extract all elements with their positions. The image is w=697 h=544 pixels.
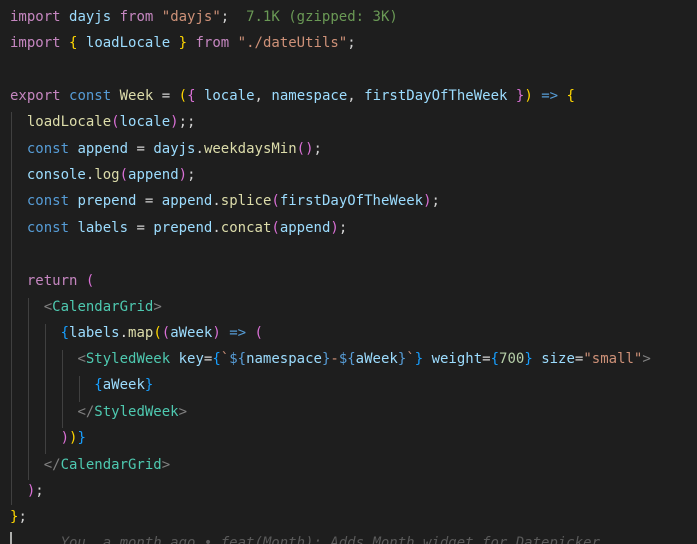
string-literal: "./dateUtils" xyxy=(237,35,348,51)
identifier: aWeek xyxy=(355,351,398,367)
identifier: aWeek xyxy=(102,377,145,393)
identifier: firstDayOfTheWeek xyxy=(279,193,424,209)
identifier: locale xyxy=(203,88,255,104)
jsx-attribute: key xyxy=(178,351,204,367)
identifier: append xyxy=(161,193,213,209)
keyword: const xyxy=(69,88,112,104)
code-line[interactable]: const prepend = append.splice(firstDayOf… xyxy=(10,188,440,214)
identifier: firstDayOfTheWeek xyxy=(364,88,508,104)
string-literal: "small" xyxy=(583,351,643,367)
identifier: dayjs xyxy=(69,9,112,25)
identifier: namespace xyxy=(246,351,322,367)
identifier: append xyxy=(77,141,129,157)
keyword: export xyxy=(10,88,61,104)
jsx-tag: StyledWeek xyxy=(85,351,171,367)
keyword: from xyxy=(195,35,230,51)
jsx-tag: CalendarGrid xyxy=(52,299,154,315)
identifier: prepend xyxy=(153,220,213,236)
git-blame-annotation: You, a month ago • feat(Month): Adds Mon… xyxy=(60,535,601,544)
identifier: append xyxy=(279,220,331,236)
code-editor[interactable]: import dayjs from "dayjs"; 7.1K (gzipped… xyxy=(0,0,697,544)
number-literal: 700 xyxy=(499,351,525,367)
code-line[interactable]: {aWeek} xyxy=(10,372,153,398)
identifier: log xyxy=(94,167,120,183)
identifier: loadLocale xyxy=(85,35,171,51)
keyword: import xyxy=(10,9,61,25)
keyword: import xyxy=(10,35,61,51)
identifier: console xyxy=(26,167,86,183)
string-literal: "dayjs" xyxy=(161,9,221,25)
identifier: labels xyxy=(69,325,120,341)
identifier: weekdaysMin xyxy=(203,141,297,157)
identifier: prepend xyxy=(77,193,137,209)
code-line[interactable]: <StyledWeek key={`${namespace}-${aWeek}`… xyxy=(10,346,650,372)
import-cost-hint: 7.1K (gzipped: 3K) xyxy=(246,9,398,25)
keyword: const xyxy=(26,220,70,236)
keyword: const xyxy=(26,141,70,157)
identifier: locale xyxy=(119,114,171,130)
identifier: splice xyxy=(220,193,272,209)
code-line[interactable]: ))} xyxy=(10,425,86,451)
code-line[interactable]: loadLocale(locale);; xyxy=(10,109,196,135)
code-line[interactable]: export const Week = ({ locale, namespace… xyxy=(10,83,575,109)
code-line[interactable]: }; xyxy=(10,504,27,530)
keyword: from xyxy=(119,9,154,25)
jsx-tag: CalendarGrid xyxy=(60,457,162,473)
code-line[interactable]: import dayjs from "dayjs"; 7.1K (gzipped… xyxy=(10,4,398,30)
code-line[interactable]: You, a month ago • feat(Month): Adds Mon… xyxy=(10,530,600,544)
keyword: return xyxy=(26,273,78,289)
code-line[interactable]: {labels.map((aWeek) => ( xyxy=(10,320,263,346)
identifier: labels xyxy=(77,220,129,236)
keyword: const xyxy=(26,193,70,209)
identifier: map xyxy=(128,325,154,341)
code-line[interactable]: <CalendarGrid> xyxy=(10,294,162,320)
code-line[interactable]: ); xyxy=(10,478,44,504)
identifier: append xyxy=(128,167,179,183)
identifier: aWeek xyxy=(170,325,213,341)
code-line[interactable]: const labels = prepend.concat(append); xyxy=(10,215,347,241)
code-line[interactable]: return ( xyxy=(10,268,94,294)
identifier: dayjs xyxy=(153,141,196,157)
jsx-attribute: weight xyxy=(431,351,483,367)
jsx-tag: StyledWeek xyxy=(94,404,179,420)
identifier: namespace xyxy=(271,88,348,104)
code-line[interactable]: </StyledWeek> xyxy=(10,399,187,425)
text-cursor xyxy=(10,532,12,544)
identifier: concat xyxy=(220,220,272,236)
code-line[interactable]: const append = dayjs.weekdaysMin(); xyxy=(10,136,322,162)
code-line[interactable]: import { loadLocale } from "./dateUtils"… xyxy=(10,30,356,56)
identifier: Week xyxy=(119,88,154,104)
code-line[interactable]: </CalendarGrid> xyxy=(10,452,170,478)
jsx-attribute: size xyxy=(541,351,575,367)
code-line[interactable]: console.log(append); xyxy=(10,162,196,188)
identifier: loadLocale xyxy=(26,114,112,130)
